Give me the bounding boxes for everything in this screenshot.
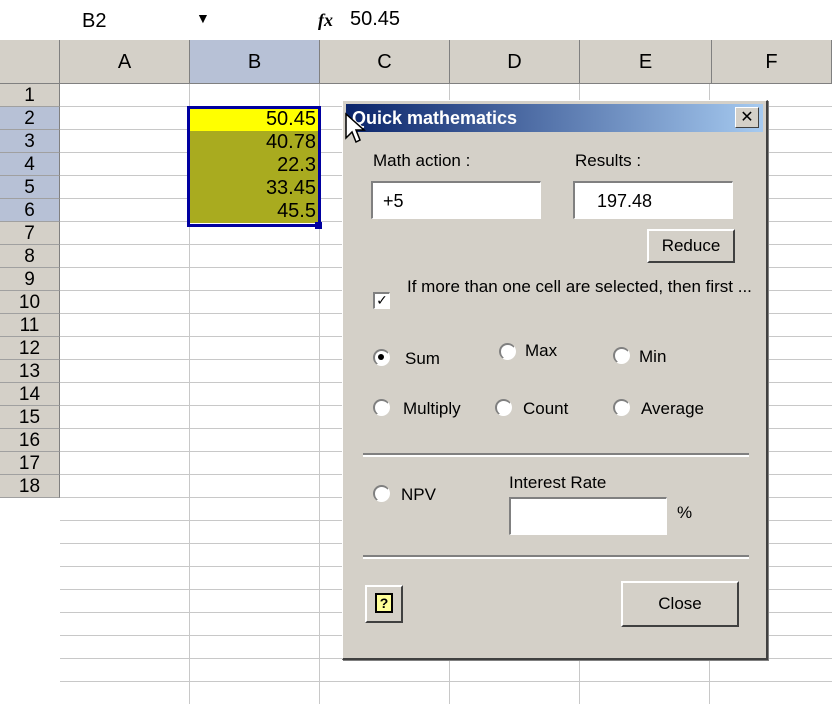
row-header-15[interactable]: 15 xyxy=(0,406,60,429)
fill-handle[interactable] xyxy=(315,222,322,229)
average-label: Average xyxy=(641,399,705,418)
quick-mathematics-dialog: Quick mathematics ✕ Math action : +5 Res… xyxy=(342,100,768,660)
math-action-label: Math action : xyxy=(373,151,471,170)
multiply-label: Multiply xyxy=(403,399,461,418)
mouse-cursor-icon xyxy=(345,112,366,144)
close-button[interactable]: Close xyxy=(621,581,739,627)
row-header-3[interactable]: 3 xyxy=(0,130,60,153)
npv-label: NPV xyxy=(401,485,436,504)
row-header-12[interactable]: 12 xyxy=(0,337,60,360)
column-header-a[interactable]: A xyxy=(60,40,190,84)
reduce-button[interactable]: Reduce xyxy=(647,229,735,263)
min-label: Min xyxy=(639,347,667,366)
results-label: Results : xyxy=(575,151,642,170)
row-header-9[interactable]: 9 xyxy=(0,268,60,291)
interest-rate-label: Interest Rate xyxy=(509,473,607,492)
first-aggregate-label: If more than one cell are selected, then… xyxy=(407,277,752,296)
select-all-corner[interactable] xyxy=(0,40,60,84)
row-header-1[interactable]: 1 xyxy=(0,84,60,107)
function-icon[interactable]: fx xyxy=(318,10,333,31)
multiply-radio[interactable] xyxy=(373,399,390,416)
row-header-5[interactable]: 5 xyxy=(0,176,60,199)
first-aggregate-checkbox[interactable]: ✓ xyxy=(373,292,390,309)
separator xyxy=(363,555,749,559)
row-header-14[interactable]: 14 xyxy=(0,383,60,406)
min-radio[interactable] xyxy=(613,347,630,364)
results-field[interactable]: 197.48 xyxy=(573,181,733,219)
row-header-4[interactable]: 4 xyxy=(0,153,60,176)
column-header-d[interactable]: D xyxy=(450,40,580,84)
sum-radio[interactable] xyxy=(373,349,390,366)
percent-sign: % xyxy=(677,503,693,522)
count-label: Count xyxy=(523,399,569,418)
chevron-down-icon[interactable]: ▼ xyxy=(196,10,210,26)
interest-rate-input[interactable] xyxy=(509,497,667,535)
name-box[interactable]: B2 ▼ xyxy=(0,6,230,36)
help-icon: ? xyxy=(375,593,393,613)
max-label: Max xyxy=(525,341,558,360)
column-header-f[interactable]: F xyxy=(712,40,832,84)
selection-border xyxy=(187,106,321,227)
average-radio[interactable] xyxy=(613,399,630,416)
math-action-input[interactable]: +5 xyxy=(371,181,541,219)
separator xyxy=(363,453,749,457)
dialog-titlebar[interactable]: Quick mathematics ✕ xyxy=(346,104,763,132)
close-icon[interactable]: ✕ xyxy=(735,107,759,128)
row-header-6[interactable]: 6 xyxy=(0,199,60,222)
max-radio[interactable] xyxy=(499,343,516,360)
count-radio[interactable] xyxy=(495,399,512,416)
name-box-value[interactable]: B2 xyxy=(82,10,106,33)
formula-bar: B2 ▼ fx 50.45 xyxy=(0,0,832,41)
column-header-e[interactable]: E xyxy=(580,40,712,84)
row-header-10[interactable]: 10 xyxy=(0,291,60,314)
row-header-2[interactable]: 2 xyxy=(0,107,60,130)
help-button[interactable]: ? xyxy=(365,585,403,623)
row-header-7[interactable]: 7 xyxy=(0,222,60,245)
row-header-18[interactable]: 18 xyxy=(0,475,60,498)
column-header-b[interactable]: B xyxy=(190,40,320,84)
row-header-16[interactable]: 16 xyxy=(0,429,60,452)
row-header-8[interactable]: 8 xyxy=(0,245,60,268)
sum-label: Sum xyxy=(405,349,440,368)
dialog-title: Quick mathematics xyxy=(352,108,518,128)
row-header-17[interactable]: 17 xyxy=(0,452,60,475)
row-header-11[interactable]: 11 xyxy=(0,314,60,337)
column-header-c[interactable]: C xyxy=(320,40,450,84)
formula-input[interactable]: 50.45 xyxy=(350,8,400,31)
row-header-13[interactable]: 13 xyxy=(0,360,60,383)
npv-radio[interactable] xyxy=(373,485,390,502)
